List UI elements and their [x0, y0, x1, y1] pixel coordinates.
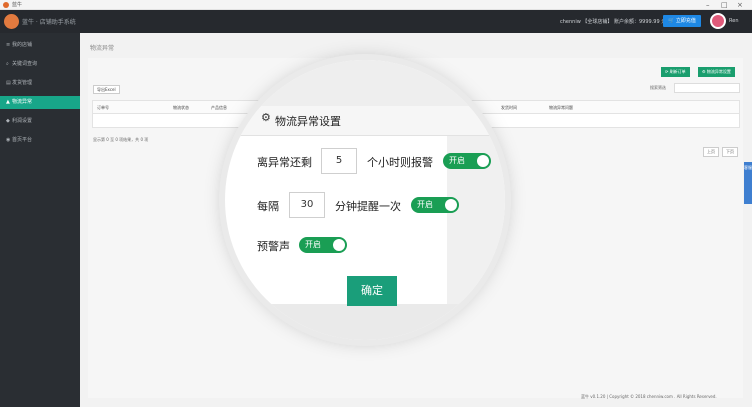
account-info: chenniw 【全球店铺】 账户余额：9999.99 元: [560, 19, 667, 25]
sidebar-item-shops[interactable]: ≡ 我的店铺: [0, 39, 80, 52]
sidebar-item-label: 发货管理: [12, 80, 33, 86]
next-page-button[interactable]: 下页: [722, 147, 738, 157]
toggle-knob: [445, 199, 457, 211]
column-header[interactable]: 订单号: [97, 105, 109, 111]
window-title: 蓝牛: [12, 2, 23, 8]
dialog-header: ⚙ 物流异常设置: [225, 106, 505, 136]
toggle-knob: [333, 239, 345, 251]
avatar[interactable]: [710, 13, 726, 29]
column-header[interactable]: 物流异常问题: [549, 105, 573, 111]
sidebar-item-profit[interactable]: ◆ 利润设置: [0, 115, 80, 128]
alarm-hours-toggle[interactable]: 开启: [443, 153, 491, 169]
remind-interval-toggle[interactable]: 开启: [411, 197, 459, 213]
alarm-hours-suffix: 个小时则报警: [367, 156, 433, 169]
recharge-button-label: 立即充值: [675, 18, 696, 24]
toggle-knob: [477, 155, 489, 167]
alarm-hours-prefix: 离异常还剩: [257, 156, 312, 169]
toggle-label: 开启: [449, 156, 465, 165]
footer-copyright: 蓝牛 v0.1.20 | Copyright © 2018 chenniw.co…: [581, 394, 717, 399]
customer-service-tab[interactable]: 客服: [744, 162, 752, 204]
export-excel-button[interactable]: 导出Excel: [93, 85, 120, 94]
sidebar-item-logistics-exception[interactable]: ▲ 物流异常: [0, 96, 80, 109]
minimize-icon[interactable]: –: [706, 0, 710, 10]
alarm-hours-input[interactable]: 5: [321, 148, 357, 174]
page-title: 物流异常: [90, 45, 115, 52]
window-titlebar: 蓝牛 – □ ×: [0, 0, 752, 10]
logo: [4, 14, 19, 29]
remind-interval-input[interactable]: 30: [289, 192, 325, 218]
remind-interval-prefix: 每隔: [257, 200, 279, 213]
sidebar-item-label: 利润设置: [12, 118, 33, 124]
sidebar-item-shipping[interactable]: ▤发货管理: [0, 77, 80, 90]
magnified-background: [225, 60, 505, 106]
maximize-icon[interactable]: □: [721, 0, 728, 10]
toggle-label: 开启: [417, 200, 433, 209]
column-header[interactable]: 物流状态: [173, 105, 189, 111]
sidebar-item-label: 物流异常: [12, 99, 33, 105]
pager-summary: 显示第 0 至 0 项结果，共 0 项: [93, 137, 149, 142]
app-icon: [3, 2, 9, 8]
username[interactable]: Ren: [729, 18, 739, 24]
confirm-button[interactable]: 确定: [347, 276, 397, 306]
brand-name: 蓝牛 · 店铺助手系统: [22, 19, 76, 26]
toggle-label: 开启: [305, 240, 321, 249]
sidebar-item-platform[interactable]: ◉ 首页平台: [0, 134, 80, 147]
sidebar-item-label: 关键词查询: [12, 61, 38, 67]
search-label: 搜索筛选: [650, 85, 666, 90]
sidebar: ≡ 我的店铺 ⌕ 关键词查询 ▤发货管理 ▲ 物流异常 ◆ 利润设置 ◉ 首页平台: [0, 33, 80, 407]
dialog-title: 物流异常设置: [275, 115, 341, 128]
warning-sound-label: 预警声: [257, 240, 290, 253]
sidebar-item-keywords[interactable]: ⌕ 关键词查询: [0, 58, 80, 71]
sidebar-item-label: 我的店铺: [12, 42, 33, 48]
gear-icon: ⚙: [261, 111, 271, 124]
recharge-button[interactable]: 🛒 立即充值: [663, 15, 701, 27]
sidebar-item-label: 首页平台: [12, 137, 33, 143]
warning-sound-toggle[interactable]: 开启: [299, 237, 347, 253]
refresh-orders-button[interactable]: ⟳ 刷新订单: [661, 67, 690, 77]
top-header: 蓝牛 · 店铺助手系统 chenniw 【全球店铺】 账户余额：9999.99 …: [0, 10, 752, 33]
remind-interval-suffix: 分钟提醒一次: [335, 200, 401, 213]
search-input[interactable]: [674, 83, 740, 93]
magnified-background-bottom: [225, 304, 505, 340]
prev-page-button[interactable]: 上页: [703, 147, 719, 157]
zoom-magnifier: ⚙ 物流异常设置 离异常还剩 5 个小时则报警 开启 每隔 30 分钟提醒一次 …: [225, 60, 505, 340]
logistics-settings-button[interactable]: ⚙ 物流异常设置: [698, 67, 735, 77]
close-icon[interactable]: ×: [737, 0, 743, 10]
